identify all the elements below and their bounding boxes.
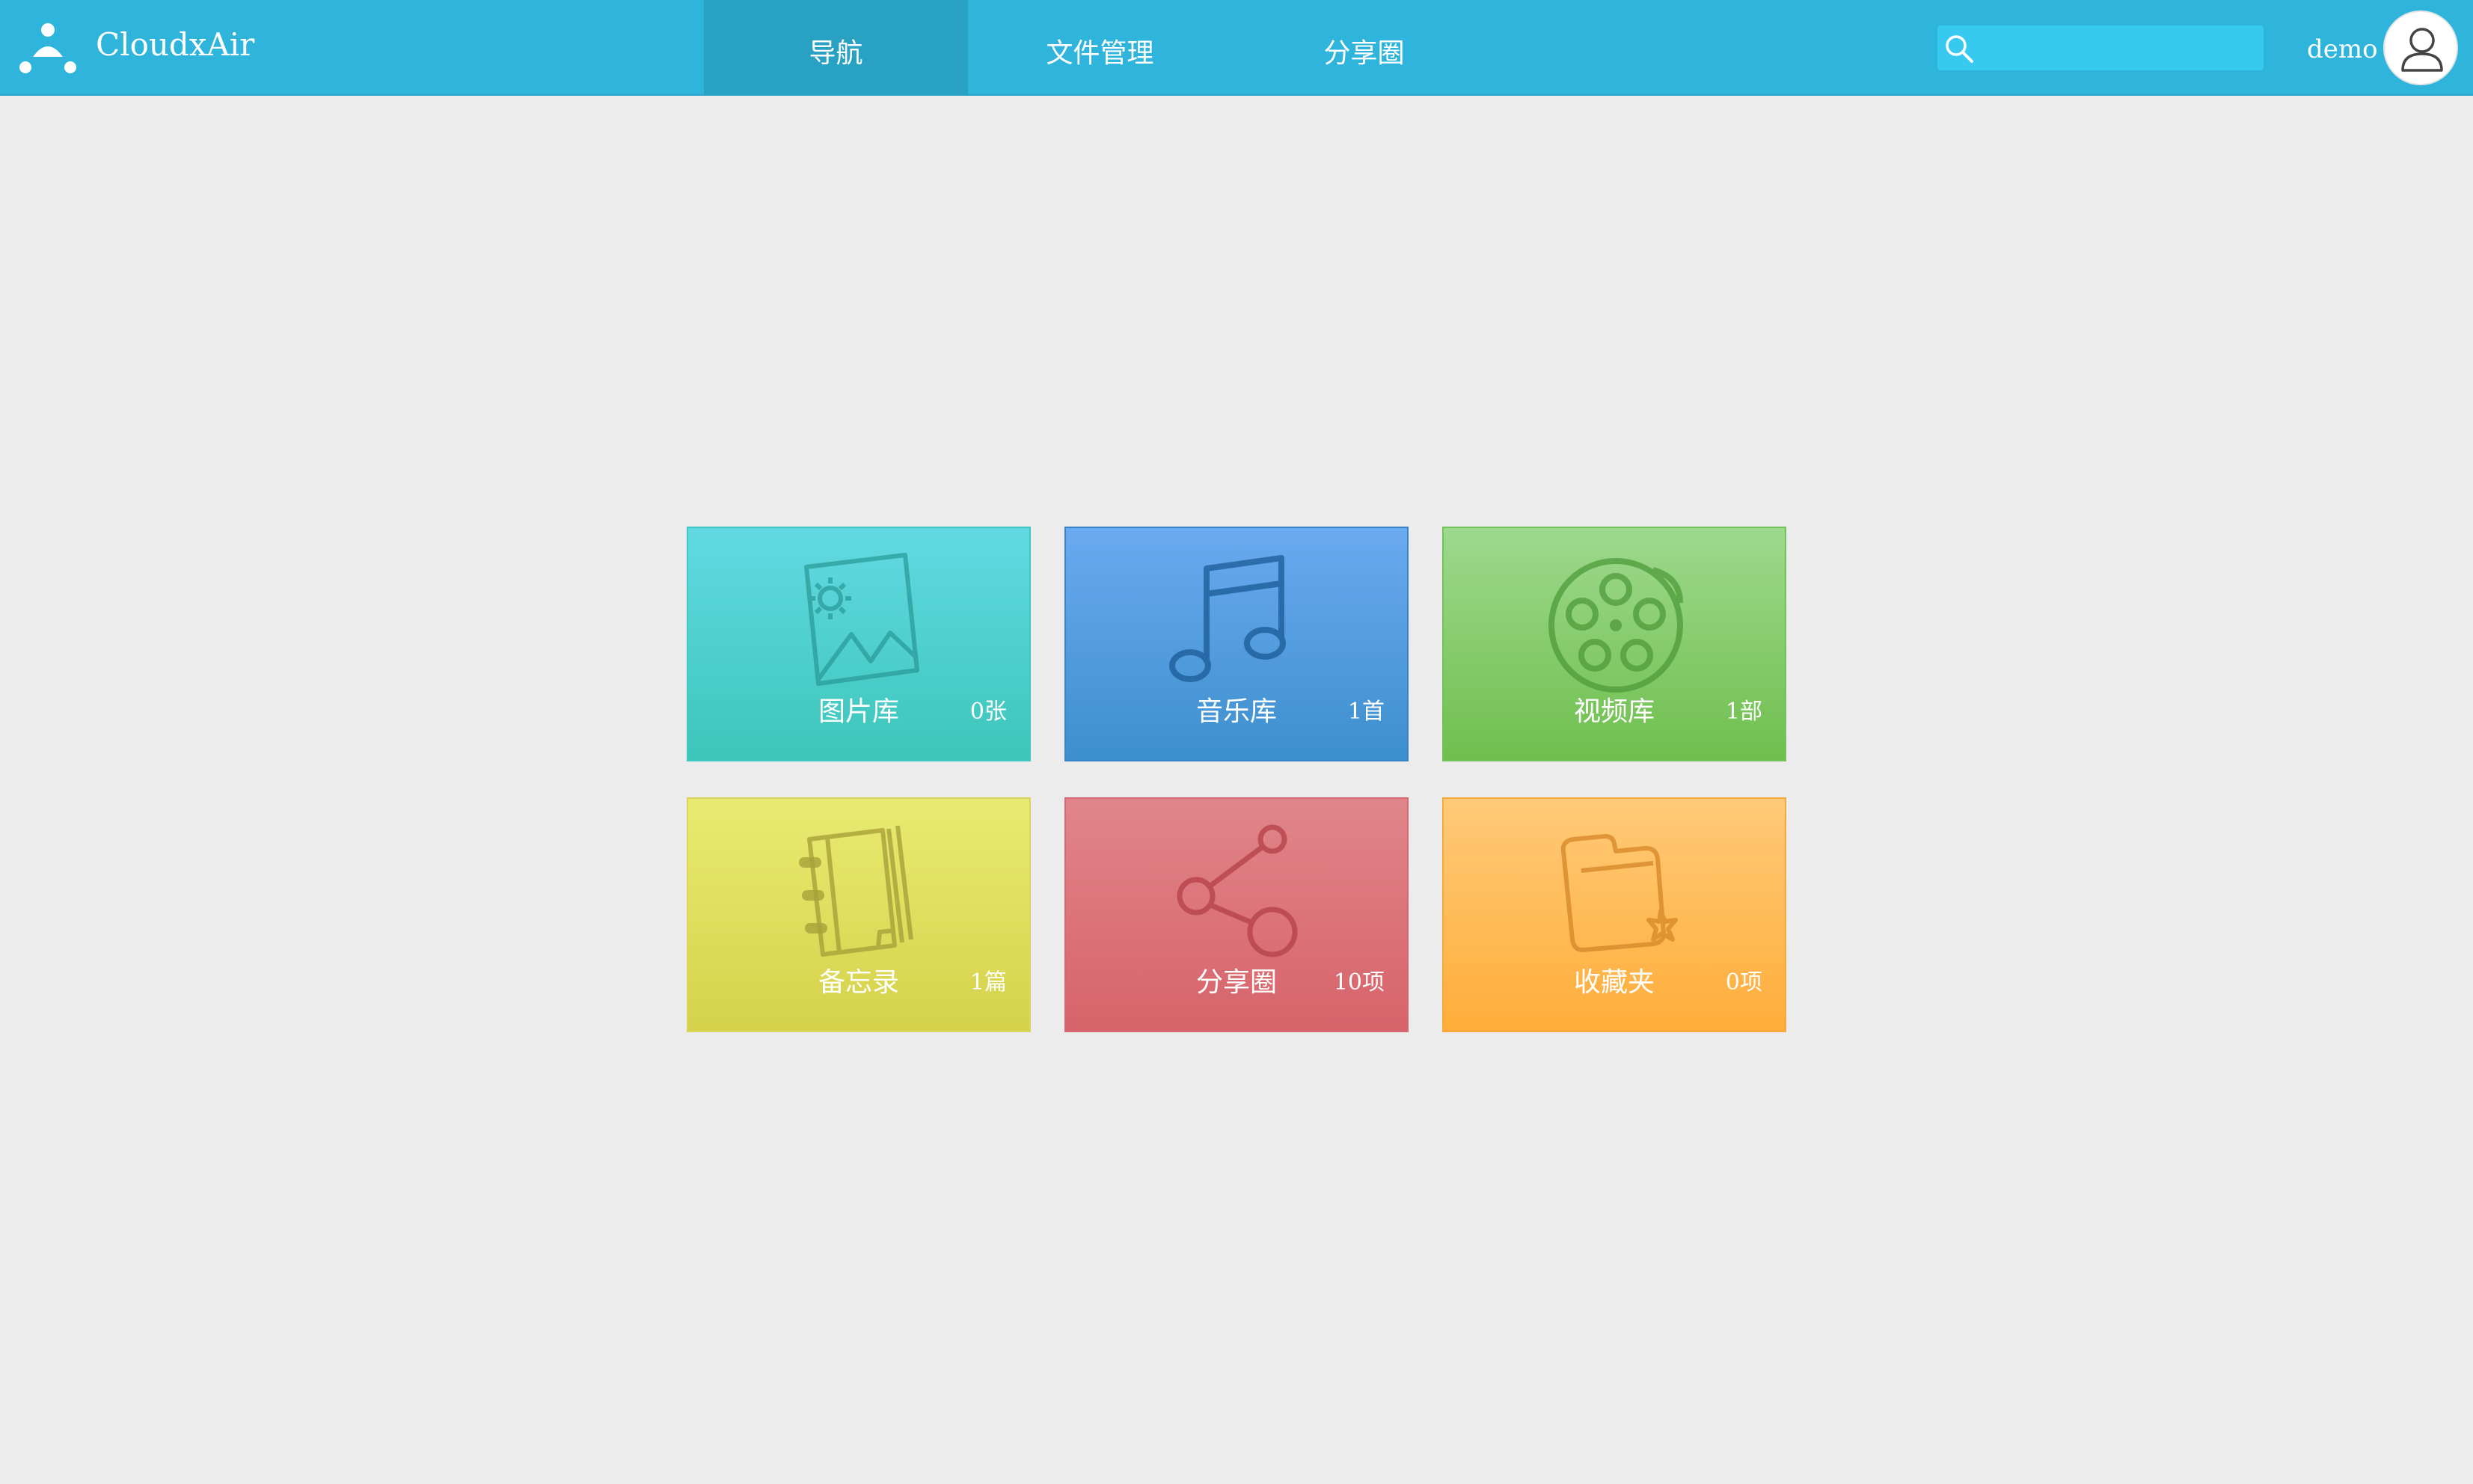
tile-music-library[interactable]: 音乐库 1首: [1064, 527, 1409, 761]
search-box[interactable]: [1937, 25, 2264, 70]
music-note-icon: [1169, 555, 1286, 682]
tile-share-circle[interactable]: 分享圈 10项: [1064, 797, 1409, 1032]
picture-icon: [804, 553, 919, 686]
tile-count: 1首: [1347, 699, 1385, 725]
tile-count: 1部: [1725, 699, 1762, 725]
film-reel-icon: [1548, 558, 1683, 693]
username[interactable]: demo: [2307, 33, 2378, 66]
tile-count: 0项: [1725, 969, 1762, 996]
nav-tab-file-management[interactable]: 文件管理: [968, 0, 1232, 96]
cluster-dots-icon[interactable]: [18, 21, 78, 78]
search-icon[interactable]: [1942, 31, 1976, 66]
tile-favorites[interactable]: 收藏夹 0项: [1442, 797, 1786, 1032]
nav-tab-share-circle[interactable]: 分享圈: [1232, 0, 1496, 96]
share-icon: [1177, 824, 1298, 957]
avatar[interactable]: [2383, 10, 2458, 85]
tile-memo[interactable]: 备忘录 1篇: [687, 797, 1031, 1032]
user-avatar-icon: [2401, 28, 2443, 72]
nav-tab-navigation[interactable]: 导航: [704, 0, 968, 96]
tile-count: 1篇: [969, 969, 1007, 996]
tile-count: 0张: [969, 699, 1007, 725]
favorite-folder-icon: [1560, 834, 1678, 952]
search-input[interactable]: [1982, 25, 2259, 70]
app-title[interactable]: CloudxAir: [96, 25, 254, 64]
notebook-icon: [799, 825, 913, 957]
tile-count: 10项: [1333, 969, 1385, 996]
tile-picture-library[interactable]: 图片库 0张: [687, 527, 1031, 761]
tile-video-library[interactable]: 视频库 1部: [1442, 527, 1786, 761]
top-bar: CloudxAir 导航 文件管理 分享圈 demo: [0, 0, 2473, 96]
